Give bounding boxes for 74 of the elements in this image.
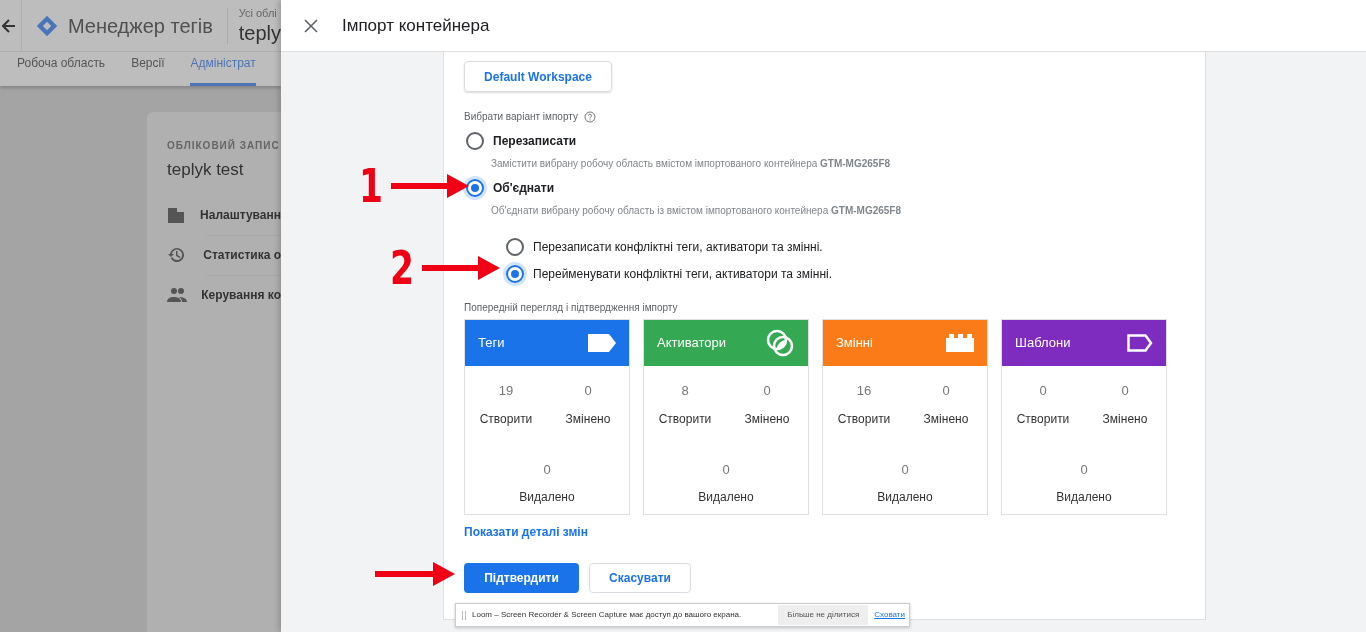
count-label: Створити [836, 410, 892, 428]
option-title: Об'єднати [493, 180, 555, 197]
count-label: Видалено [518, 489, 576, 506]
count-label: Видалено [697, 489, 755, 506]
building-icon [167, 205, 185, 224]
workspace-button[interactable]: Default Workspace [464, 61, 612, 92]
cancel-button[interactable]: Скасувати [589, 563, 691, 593]
count-label: Змінено [743, 410, 791, 428]
count-value: 0 [1120, 382, 1130, 400]
count-value: 0 [542, 460, 552, 479]
count-label: Видалено [876, 489, 934, 506]
tile-title: Змінні [836, 334, 873, 353]
step-number: 1 [359, 163, 383, 209]
tile-title: Активатори [657, 334, 726, 353]
count-value: 0 [900, 460, 910, 479]
tag-outline-icon [1127, 334, 1153, 352]
help-icon[interactable] [583, 110, 596, 123]
nav-tab[interactable]: Версії [131, 52, 165, 86]
radio-button[interactable] [506, 264, 524, 283]
radio-button[interactable] [506, 237, 524, 256]
people-icon [167, 287, 187, 303]
count-label: Видалено [1055, 489, 1113, 506]
count-value: 16 [855, 382, 873, 400]
arrow-icon [391, 172, 469, 200]
panel-title: Імпорт контейнера [342, 14, 490, 37]
menu-item[interactable]: Керування ко [201, 286, 281, 304]
count-value: 0 [1038, 382, 1048, 400]
container-name[interactable]: teply [238, 23, 281, 43]
tag-icon [588, 334, 616, 352]
count-value: 0 [941, 382, 951, 400]
section-label: Вибрати варіант імпорту [464, 110, 578, 124]
option-description: Об'єднати вибрану робочу область із вмістом імпортованого контейнера GTM-MG265F8 [491, 204, 902, 218]
account-title: teplyk test [167, 159, 245, 181]
menu-item[interactable]: Налаштуванн [200, 205, 281, 224]
section-label: Попередній перегляд і підтвердження імпорту [464, 301, 679, 315]
radio-button[interactable] [466, 132, 484, 150]
arrow-icon [422, 254, 500, 282]
details-link[interactable]: Показати деталі змін [464, 523, 588, 541]
tile-title: Теги [478, 334, 505, 353]
count-label: Змінено [922, 410, 970, 428]
close-button[interactable] [302, 16, 320, 35]
app-title: Менеджер тегів [67, 13, 213, 39]
count-label: Створити [1015, 410, 1071, 428]
count-value: 0 [1079, 460, 1089, 479]
drag-handle-icon[interactable] [462, 610, 466, 620]
option-description: Замістити вибрану робочу область вмістом імпортованого контейнера GTM-MG265F8 [491, 157, 892, 171]
count-value: 0 [721, 460, 731, 479]
suboption-label: Перейменувати конфліктні теги, активатори та змінні. [533, 265, 833, 283]
radio-button[interactable] [466, 179, 484, 197]
count-label: Змінено [564, 410, 612, 428]
nav-tab[interactable]: Робоча область [17, 52, 106, 86]
count-value: 8 [680, 382, 690, 400]
arrow-icon [375, 560, 455, 588]
suboption-label: Перезаписати конфліктні теги, активатори та змінні. [533, 238, 823, 256]
count-label: Створити [657, 410, 713, 428]
stop-sharing-button[interactable]: Більше не ділитися [778, 605, 869, 625]
menu-item[interactable]: Статистика о [203, 246, 281, 264]
hide-link[interactable]: Сховати [874, 609, 905, 621]
confirm-button[interactable]: Підтвердити [464, 563, 579, 593]
count-value: 0 [583, 382, 593, 400]
count-label: Змінено [1101, 410, 1149, 428]
card-overline: ОБЛІКОВИЙ ЗАПИС [167, 138, 281, 153]
count-value: 0 [762, 382, 772, 400]
notification-text: Loom – Screen Recorder & Screen Capture має доступ до вашого екрана. [472, 609, 742, 621]
history-icon [167, 246, 185, 264]
account-label: Усі облі [238, 8, 278, 19]
nav-tab[interactable]: Адміністрат [190, 52, 256, 86]
overlapping-circles-icon [765, 328, 795, 358]
count-label: Створити [478, 410, 534, 428]
brick-icon [946, 334, 974, 352]
step-number: 2 [390, 245, 414, 291]
option-title: Перезаписати [493, 133, 577, 150]
count-value: 19 [497, 382, 515, 400]
tile-title: Шаблони [1015, 334, 1071, 353]
